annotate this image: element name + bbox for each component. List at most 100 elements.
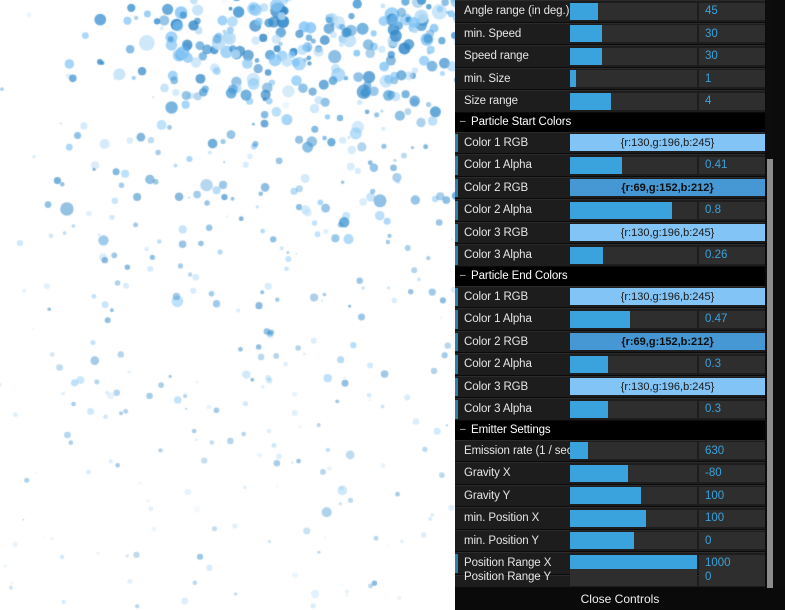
panel-scrollbar[interactable] — [767, 0, 773, 610]
value-field[interactable]: 630 — [699, 442, 765, 460]
app-stage: Angle range (in deg.) 45 min. Speed 30 Speed… — [0, 0, 785, 610]
slider-track[interactable] — [570, 2, 697, 20]
control-row[interactable]: Color 2 RGB {r:69,g:152,b:212} — [455, 330, 765, 353]
slider-track[interactable] — [570, 156, 697, 174]
value-field[interactable]: 1 — [699, 70, 765, 88]
value-field[interactable]: 0.8 — [699, 201, 765, 219]
section-header[interactable]: – Particle End Colors — [455, 266, 765, 286]
control-row[interactable]: Gravity X -80 — [455, 462, 765, 485]
slider-track[interactable] — [570, 70, 697, 88]
control-row[interactable]: Position Range Y 0 — [455, 568, 765, 588]
control-label: Color 3 RGB — [464, 226, 529, 239]
control-label: Gravity X — [464, 467, 511, 480]
slider-fill — [570, 156, 623, 174]
control-row[interactable]: Color 1 Alpha 0.47 — [455, 308, 765, 331]
row-accent-bar — [455, 133, 458, 152]
value-field[interactable]: 0.3 — [699, 355, 765, 373]
value-field[interactable]: 0.3 — [699, 400, 765, 418]
color-swatch-field[interactable]: {r:130,g:196,b:245} — [570, 288, 765, 306]
slider-track[interactable] — [570, 201, 697, 219]
control-label: Speed range — [464, 50, 529, 63]
control-row[interactable]: min. Position Y 0 — [455, 529, 765, 552]
value-field[interactable]: -80 — [699, 464, 765, 482]
slider-fill — [570, 509, 647, 527]
control-label: Color 2 RGB — [464, 181, 529, 194]
slider-fill — [570, 201, 672, 219]
value-field[interactable]: 30 — [699, 47, 765, 65]
control-label: Angle range (in deg.) — [464, 5, 570, 18]
value-field[interactable]: 0.47 — [699, 310, 765, 328]
control-row[interactable]: Color 1 RGB {r:130,g:196,b:245} — [455, 285, 765, 308]
value-field[interactable]: 30 — [699, 25, 765, 43]
slider-track[interactable] — [570, 532, 697, 550]
value-field[interactable]: 45 — [699, 2, 765, 20]
value-field[interactable]: 0 — [699, 532, 765, 550]
collapse-chevron-icon[interactable]: – — [460, 270, 469, 281]
slider-track[interactable] — [570, 568, 697, 586]
control-row[interactable]: min. Speed 30 — [455, 22, 765, 45]
row-accent-bar — [455, 47, 458, 66]
control-label: Color 1 RGB — [464, 136, 529, 149]
value-field[interactable]: 100 — [699, 509, 765, 527]
control-row[interactable]: Color 1 Alpha 0.41 — [455, 154, 765, 177]
row-accent-bar — [455, 531, 458, 550]
row-accent-bar — [455, 332, 458, 351]
control-label: Color 2 Alpha — [464, 358, 532, 371]
row-accent-bar — [455, 223, 458, 242]
control-row[interactable]: Gravity Y 100 — [455, 484, 765, 507]
value-field[interactable]: 4 — [699, 92, 765, 110]
value-field[interactable]: 0.26 — [699, 246, 765, 264]
slider-track[interactable] — [570, 442, 697, 460]
slider-fill — [570, 532, 634, 550]
control-label: Color 1 Alpha — [464, 159, 532, 172]
control-row[interactable]: min. Size 1 — [455, 67, 765, 90]
row-accent-bar — [455, 24, 458, 43]
value-field[interactable]: 100 — [699, 487, 765, 505]
color-swatch-field[interactable]: {r:130,g:196,b:245} — [570, 134, 765, 152]
slider-track[interactable] — [570, 509, 697, 527]
row-accent-bar — [455, 310, 458, 329]
slider-track[interactable] — [570, 310, 697, 328]
value-field[interactable]: 0.41 — [699, 156, 765, 174]
slider-track[interactable] — [570, 487, 697, 505]
slider-track[interactable] — [570, 400, 697, 418]
control-row[interactable]: Color 3 RGB {r:130,g:196,b:245} — [455, 375, 765, 398]
close-controls-button[interactable]: Close Controls — [455, 588, 785, 610]
slider-track[interactable] — [570, 464, 697, 482]
controls-scroll-content: Angle range (in deg.) 45 min. Speed 30 Speed… — [455, 0, 765, 588]
slider-track[interactable] — [570, 246, 697, 264]
value-field[interactable]: 0 — [699, 568, 765, 586]
color-swatch-field[interactable]: {r:69,g:152,b:212} — [570, 179, 765, 197]
color-swatch-field[interactable]: {r:130,g:196,b:245} — [570, 378, 765, 396]
control-row[interactable]: Size range 4 — [455, 90, 765, 113]
control-row[interactable]: Color 2 Alpha 0.3 — [455, 353, 765, 376]
control-label: Gravity Y — [464, 489, 511, 502]
control-row[interactable]: Color 2 RGB {r:69,g:152,b:212} — [455, 176, 765, 199]
slider-fill — [570, 25, 602, 43]
section-header[interactable]: – Particle Start Colors — [455, 112, 765, 132]
slider-track[interactable] — [570, 47, 697, 65]
control-row[interactable]: Emission rate (1 / sec.) 630 — [455, 439, 765, 462]
collapse-chevron-icon[interactable]: – — [460, 424, 469, 435]
panel-scrollbar-thumb[interactable] — [767, 0, 773, 159]
color-swatch-field[interactable]: {r:130,g:196,b:245} — [570, 224, 765, 242]
control-row[interactable]: Angle range (in deg.) 45 — [455, 0, 765, 23]
color-swatch-field[interactable]: {r:69,g:152,b:212} — [570, 333, 765, 351]
slider-fill — [570, 70, 577, 88]
control-row[interactable]: Color 3 Alpha 0.26 — [455, 244, 765, 267]
control-label: Color 1 RGB — [464, 290, 529, 303]
close-controls-label: Close Controls — [580, 592, 660, 606]
slider-track[interactable] — [570, 25, 697, 43]
control-row[interactable]: Color 3 RGB {r:130,g:196,b:245} — [455, 221, 765, 244]
control-row[interactable]: min. Position X 100 — [455, 507, 765, 530]
control-row[interactable]: Color 3 Alpha 0.3 — [455, 398, 765, 421]
control-row[interactable]: Color 1 RGB {r:130,g:196,b:245} — [455, 131, 765, 154]
slider-track[interactable] — [570, 355, 697, 373]
collapse-chevron-icon[interactable]: – — [460, 116, 469, 127]
slider-track[interactable] — [570, 92, 697, 110]
slider-fill — [570, 246, 604, 264]
section-header[interactable]: – Emitter Settings — [455, 420, 765, 440]
control-row[interactable]: Speed range 30 — [455, 45, 765, 68]
slider-fill — [570, 355, 609, 373]
control-row[interactable]: Color 2 Alpha 0.8 — [455, 199, 765, 222]
